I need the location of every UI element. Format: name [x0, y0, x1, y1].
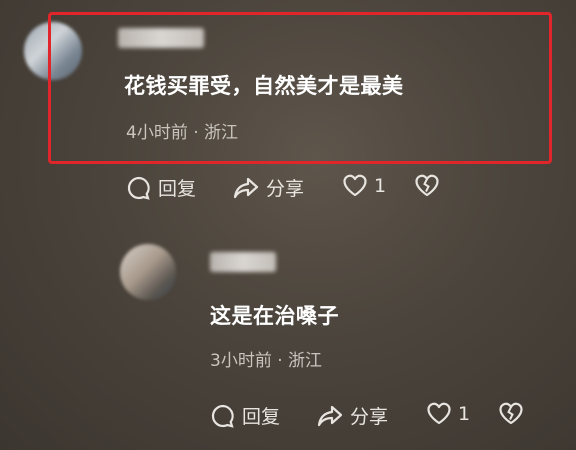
reply-icon — [126, 175, 152, 201]
share-icon — [232, 175, 260, 201]
reply-button[interactable]: 回复 — [126, 174, 196, 201]
like-count: 1 — [374, 175, 387, 197]
like-count: 1 — [458, 403, 471, 425]
like-button[interactable]: 1 — [342, 174, 386, 198]
share-button[interactable]: 分享 — [232, 174, 304, 201]
share-button[interactable]: 分享 — [316, 402, 388, 429]
share-label: 分享 — [266, 178, 305, 200]
share-label: 分享 — [350, 406, 389, 428]
share-icon — [316, 403, 344, 429]
dislike-button[interactable] — [498, 402, 524, 426]
username-blurred[interactable] — [210, 252, 276, 272]
heart-icon — [426, 402, 452, 426]
reply-button[interactable]: 回复 — [210, 402, 280, 429]
comment-text: 花钱买罪受，自然美才是最美 — [124, 74, 404, 98]
heart-icon — [342, 174, 368, 198]
comment-text: 这是在治嗓子 — [210, 304, 339, 328]
reply-label: 回复 — [158, 178, 197, 200]
broken-heart-icon — [414, 174, 440, 198]
dislike-button[interactable] — [414, 174, 440, 198]
broken-heart-icon — [498, 402, 524, 426]
like-button[interactable]: 1 — [426, 402, 470, 426]
reply-icon — [210, 403, 236, 429]
reply-label: 回复 — [242, 406, 281, 428]
avatar[interactable] — [120, 244, 176, 300]
comment-meta: 3小时前 · 浙江 — [210, 351, 323, 371]
comment-meta: 4小时前 · 浙江 — [126, 123, 239, 143]
